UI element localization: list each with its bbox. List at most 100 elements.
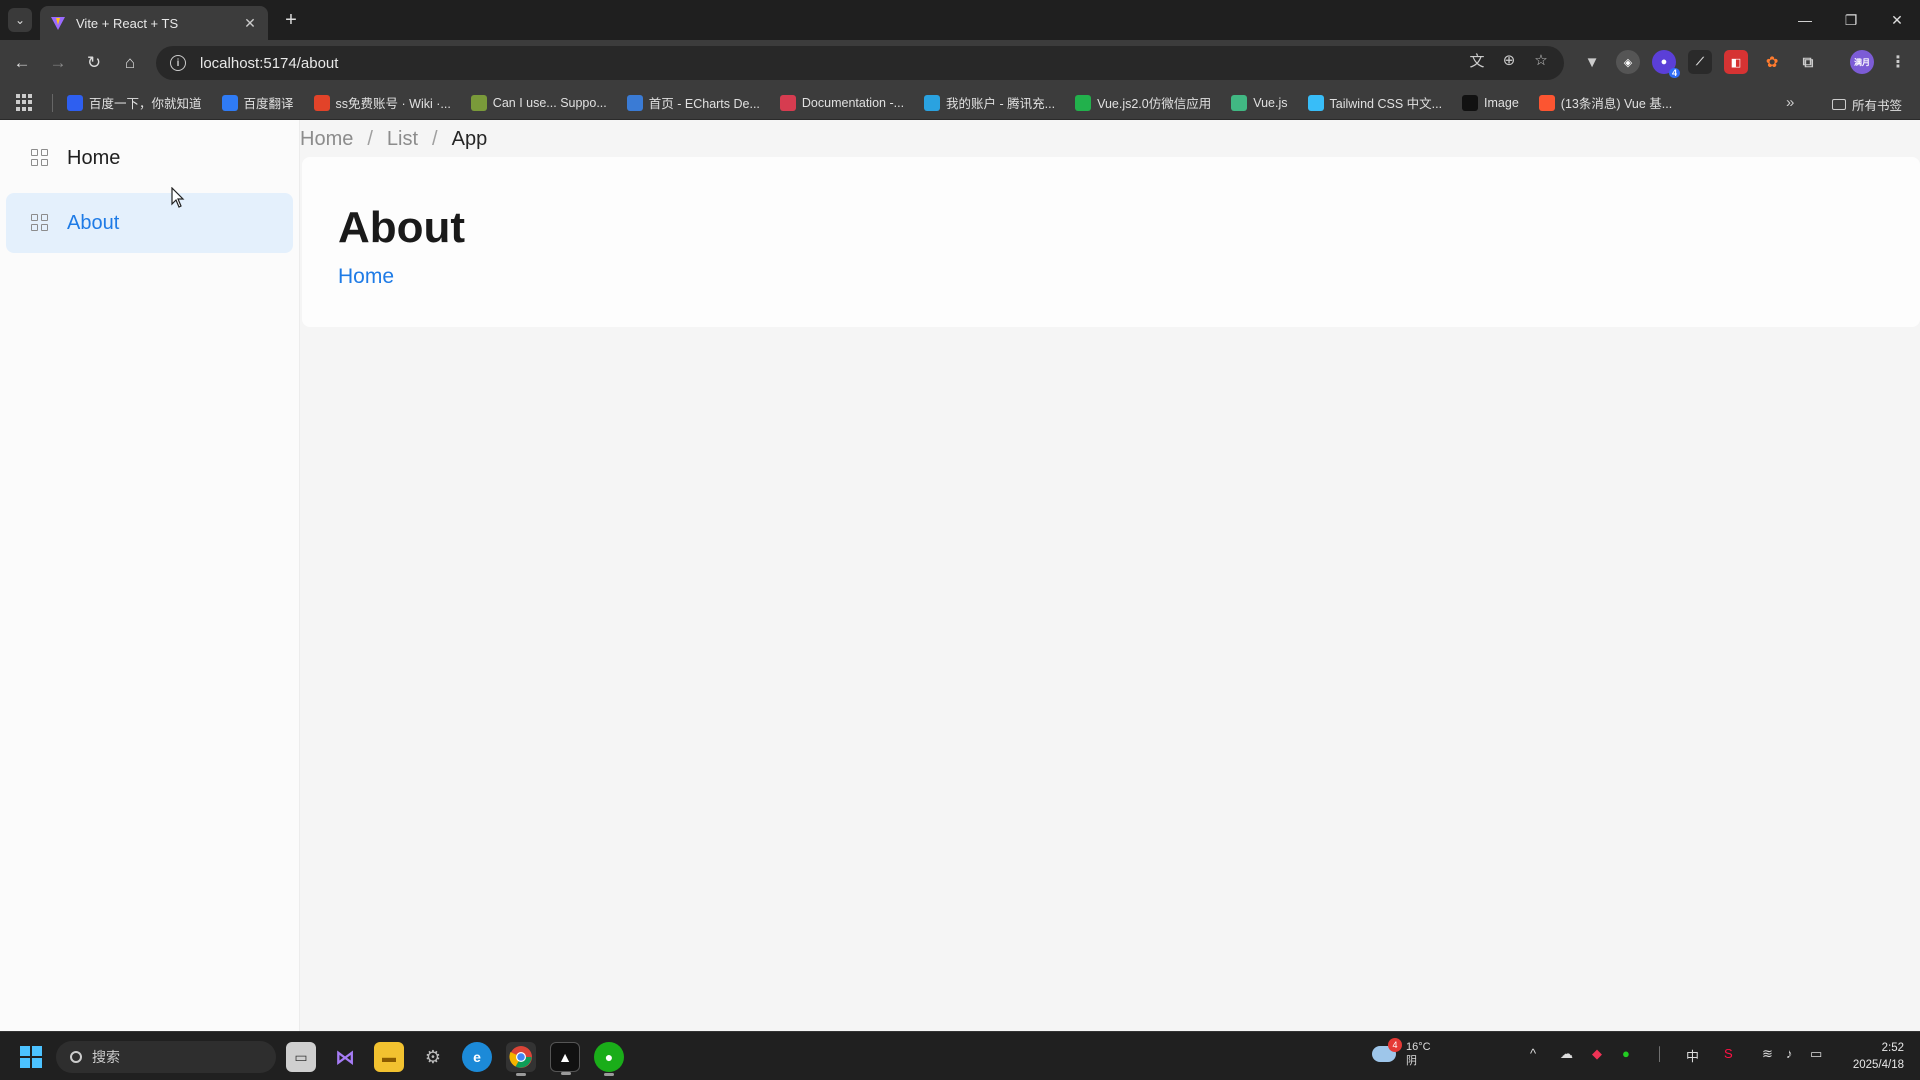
- browser-tab[interactable]: Vite + React + TS ✕: [40, 6, 268, 40]
- taskbar-search[interactable]: 搜索: [56, 1041, 276, 1073]
- bookmark-label: 百度翻译: [243, 97, 294, 111]
- bookmark-label: Vue.js2.0仿微信应用: [1097, 97, 1212, 111]
- clock-date: 2025/4/18: [1852, 1059, 1904, 1071]
- tab-close-icon[interactable]: ✕: [242, 15, 258, 32]
- all-bookmarks-button[interactable]: 所有书签: [1832, 95, 1902, 114]
- bookmark-item[interactable]: Image: [1462, 94, 1519, 111]
- tray-wechat-icon[interactable]: ●: [1622, 1046, 1630, 1061]
- bookmark-item[interactable]: Tailwind CSS 中文...: [1307, 93, 1442, 112]
- translate-icon[interactable]: 文: [1466, 49, 1488, 71]
- bookmark-list: 百度一下，你就知道 百度翻译 ss免费账号 · Wiki ·... Can I use…: [67, 93, 1692, 112]
- bookmark-item[interactable]: 百度一下，你就知道: [67, 93, 202, 112]
- breadcrumb: Home / List / App: [300, 128, 487, 151]
- cloud-icon: 4: [1372, 1038, 1402, 1062]
- tray-chevron-up-icon[interactable]: ^: [1530, 1046, 1536, 1061]
- weather-widget[interactable]: 4 16°C 阴: [1372, 1038, 1431, 1068]
- appstore-icon: [31, 214, 49, 232]
- bookmarks-bar: 百度一下，你就知道 百度翻译 ss免费账号 · Wiki ·... Can I use…: [0, 86, 1920, 120]
- tray-app-icon[interactable]: ◆: [1592, 1046, 1602, 1062]
- bookmark-item[interactable]: Documentation -...: [779, 94, 905, 111]
- address-bar[interactable]: i localhost:5174/about: [156, 46, 1564, 80]
- battery-icon[interactable]: ▭: [1810, 1046, 1822, 1062]
- home-link[interactable]: Home: [338, 265, 394, 289]
- new-tab-button[interactable]: +: [280, 10, 302, 32]
- clock-time: 2:52: [1881, 1042, 1904, 1054]
- settings-app-icon[interactable]: ⚙: [418, 1042, 448, 1072]
- restore-icon[interactable]: ❐: [1828, 0, 1874, 40]
- chrome-browser-icon[interactable]: [506, 1042, 536, 1076]
- bookmark-label: Image: [1484, 95, 1519, 110]
- bookmark-label: Vue.js: [1253, 95, 1288, 110]
- window-close-icon[interactable]: ✕: [1874, 0, 1920, 40]
- running-app-indicator: [604, 1073, 614, 1076]
- sidebar: Home About: [0, 120, 300, 1031]
- bookmarks-divider: [52, 93, 53, 112]
- bookmarks-overflow-icon[interactable]: »: [1786, 94, 1794, 111]
- bookmark-label: Documentation -...: [801, 95, 905, 110]
- reload-icon[interactable]: ↻: [82, 51, 106, 75]
- vue-devtools-icon[interactable]: ▼: [1580, 50, 1604, 74]
- fox-extension-icon[interactable]: ✿: [1760, 50, 1784, 74]
- home-icon[interactable]: ⌂: [118, 51, 142, 75]
- extensions-puzzle-icon[interactable]: ⧉: [1796, 50, 1820, 74]
- cursor-editor-icon[interactable]: ▲: [550, 1042, 580, 1075]
- extension-puzzle-badge-icon[interactable]: ● 4: [1652, 50, 1680, 78]
- site-info-icon[interactable]: i: [170, 55, 186, 71]
- menu-kebab-icon[interactable]: ⋮: [1886, 50, 1910, 74]
- microphone-icon[interactable]: │: [1656, 1046, 1664, 1061]
- extension-badge: 4: [1668, 68, 1680, 78]
- profile-avatar[interactable]: 满月: [1850, 50, 1874, 74]
- forward-arrow-icon[interactable]: →: [46, 51, 70, 75]
- file-explorer-icon[interactable]: ▬: [374, 1042, 404, 1072]
- tab-search-chevron-icon[interactable]: ⌄: [8, 8, 32, 32]
- caniuse-icon: [470, 94, 487, 111]
- bookmark-item[interactable]: 我的账户 - 腾讯充...: [924, 93, 1055, 112]
- browser-toolbar: ← → ↻ ⌂ i localhost:5174/about 文 ⊕ ☆ ▼ ◈…: [0, 40, 1920, 86]
- sidebar-item-about[interactable]: About: [6, 193, 293, 253]
- bookmark-item[interactable]: 百度翻译: [221, 93, 294, 112]
- echarts-icon: [626, 94, 643, 111]
- baidu-icon: [67, 94, 83, 111]
- sidebar-item-label: About: [67, 211, 120, 234]
- bookmark-item[interactable]: ss免费账号 · Wiki ·...: [313, 93, 451, 112]
- minimize-icon[interactable]: —: [1782, 0, 1828, 40]
- translate-icon: [221, 94, 238, 111]
- breadcrumb-home[interactable]: Home: [300, 128, 353, 151]
- bookmark-item[interactable]: Vue.js: [1231, 94, 1288, 111]
- bookmark-item[interactable]: Vue.js2.0仿微信应用: [1075, 93, 1211, 112]
- bookmark-item[interactable]: 首页 - ECharts De...: [626, 93, 760, 112]
- wechat-icon[interactable]: ●: [594, 1042, 624, 1076]
- all-bookmarks-label: 所有书签: [1852, 99, 1903, 113]
- bookmark-label: 首页 - ECharts De...: [648, 97, 760, 111]
- bookmark-star-icon[interactable]: ☆: [1530, 49, 1552, 71]
- active-app-indicator: [516, 1073, 526, 1076]
- volume-icon[interactable]: ♪: [1786, 1046, 1793, 1061]
- zoom-icon[interactable]: ⊕: [1498, 49, 1520, 71]
- bookmark-label: 百度一下，你就知道: [89, 97, 202, 111]
- onedrive-cloud-icon[interactable]: ☁: [1560, 1046, 1573, 1062]
- ime-indicator[interactable]: 中: [1686, 1046, 1699, 1065]
- visual-studio-icon[interactable]: ⋈: [330, 1042, 360, 1072]
- docs-icon: [779, 94, 796, 111]
- wifi-icon[interactable]: ≋: [1762, 1046, 1773, 1062]
- apps-grid-icon[interactable]: [16, 93, 34, 112]
- bookmark-item[interactable]: Can I use... Suppo...: [470, 94, 607, 111]
- sogou-ime-icon[interactable]: S: [1724, 1046, 1733, 1061]
- red-extension-icon[interactable]: ◧: [1724, 50, 1748, 74]
- system-clock[interactable]: 2:52 2025/4/18: [1842, 1040, 1904, 1074]
- task-view-icon[interactable]: ▭: [286, 1042, 316, 1072]
- chrome-logo-icon: [509, 1046, 532, 1068]
- breadcrumb-list[interactable]: List: [387, 128, 418, 151]
- windows-start-icon[interactable]: [20, 1046, 42, 1068]
- bookmark-label: ss免费账号 · Wiki ·...: [335, 97, 451, 111]
- page-title: About: [338, 203, 466, 252]
- vue-icon: [1231, 94, 1248, 111]
- shield-icon[interactable]: ◈: [1616, 50, 1640, 74]
- sidebar-item-home[interactable]: Home: [6, 128, 293, 188]
- weather-temp: 16°C: [1406, 1041, 1431, 1053]
- chart-extension-icon[interactable]: ⟋: [1688, 50, 1712, 74]
- edge-browser-icon[interactable]: e: [462, 1042, 492, 1072]
- bookmark-label: Can I use... Suppo...: [492, 95, 607, 110]
- bookmark-item[interactable]: (13条消息) Vue 基...: [1538, 93, 1672, 112]
- back-arrow-icon[interactable]: ←: [10, 51, 34, 75]
